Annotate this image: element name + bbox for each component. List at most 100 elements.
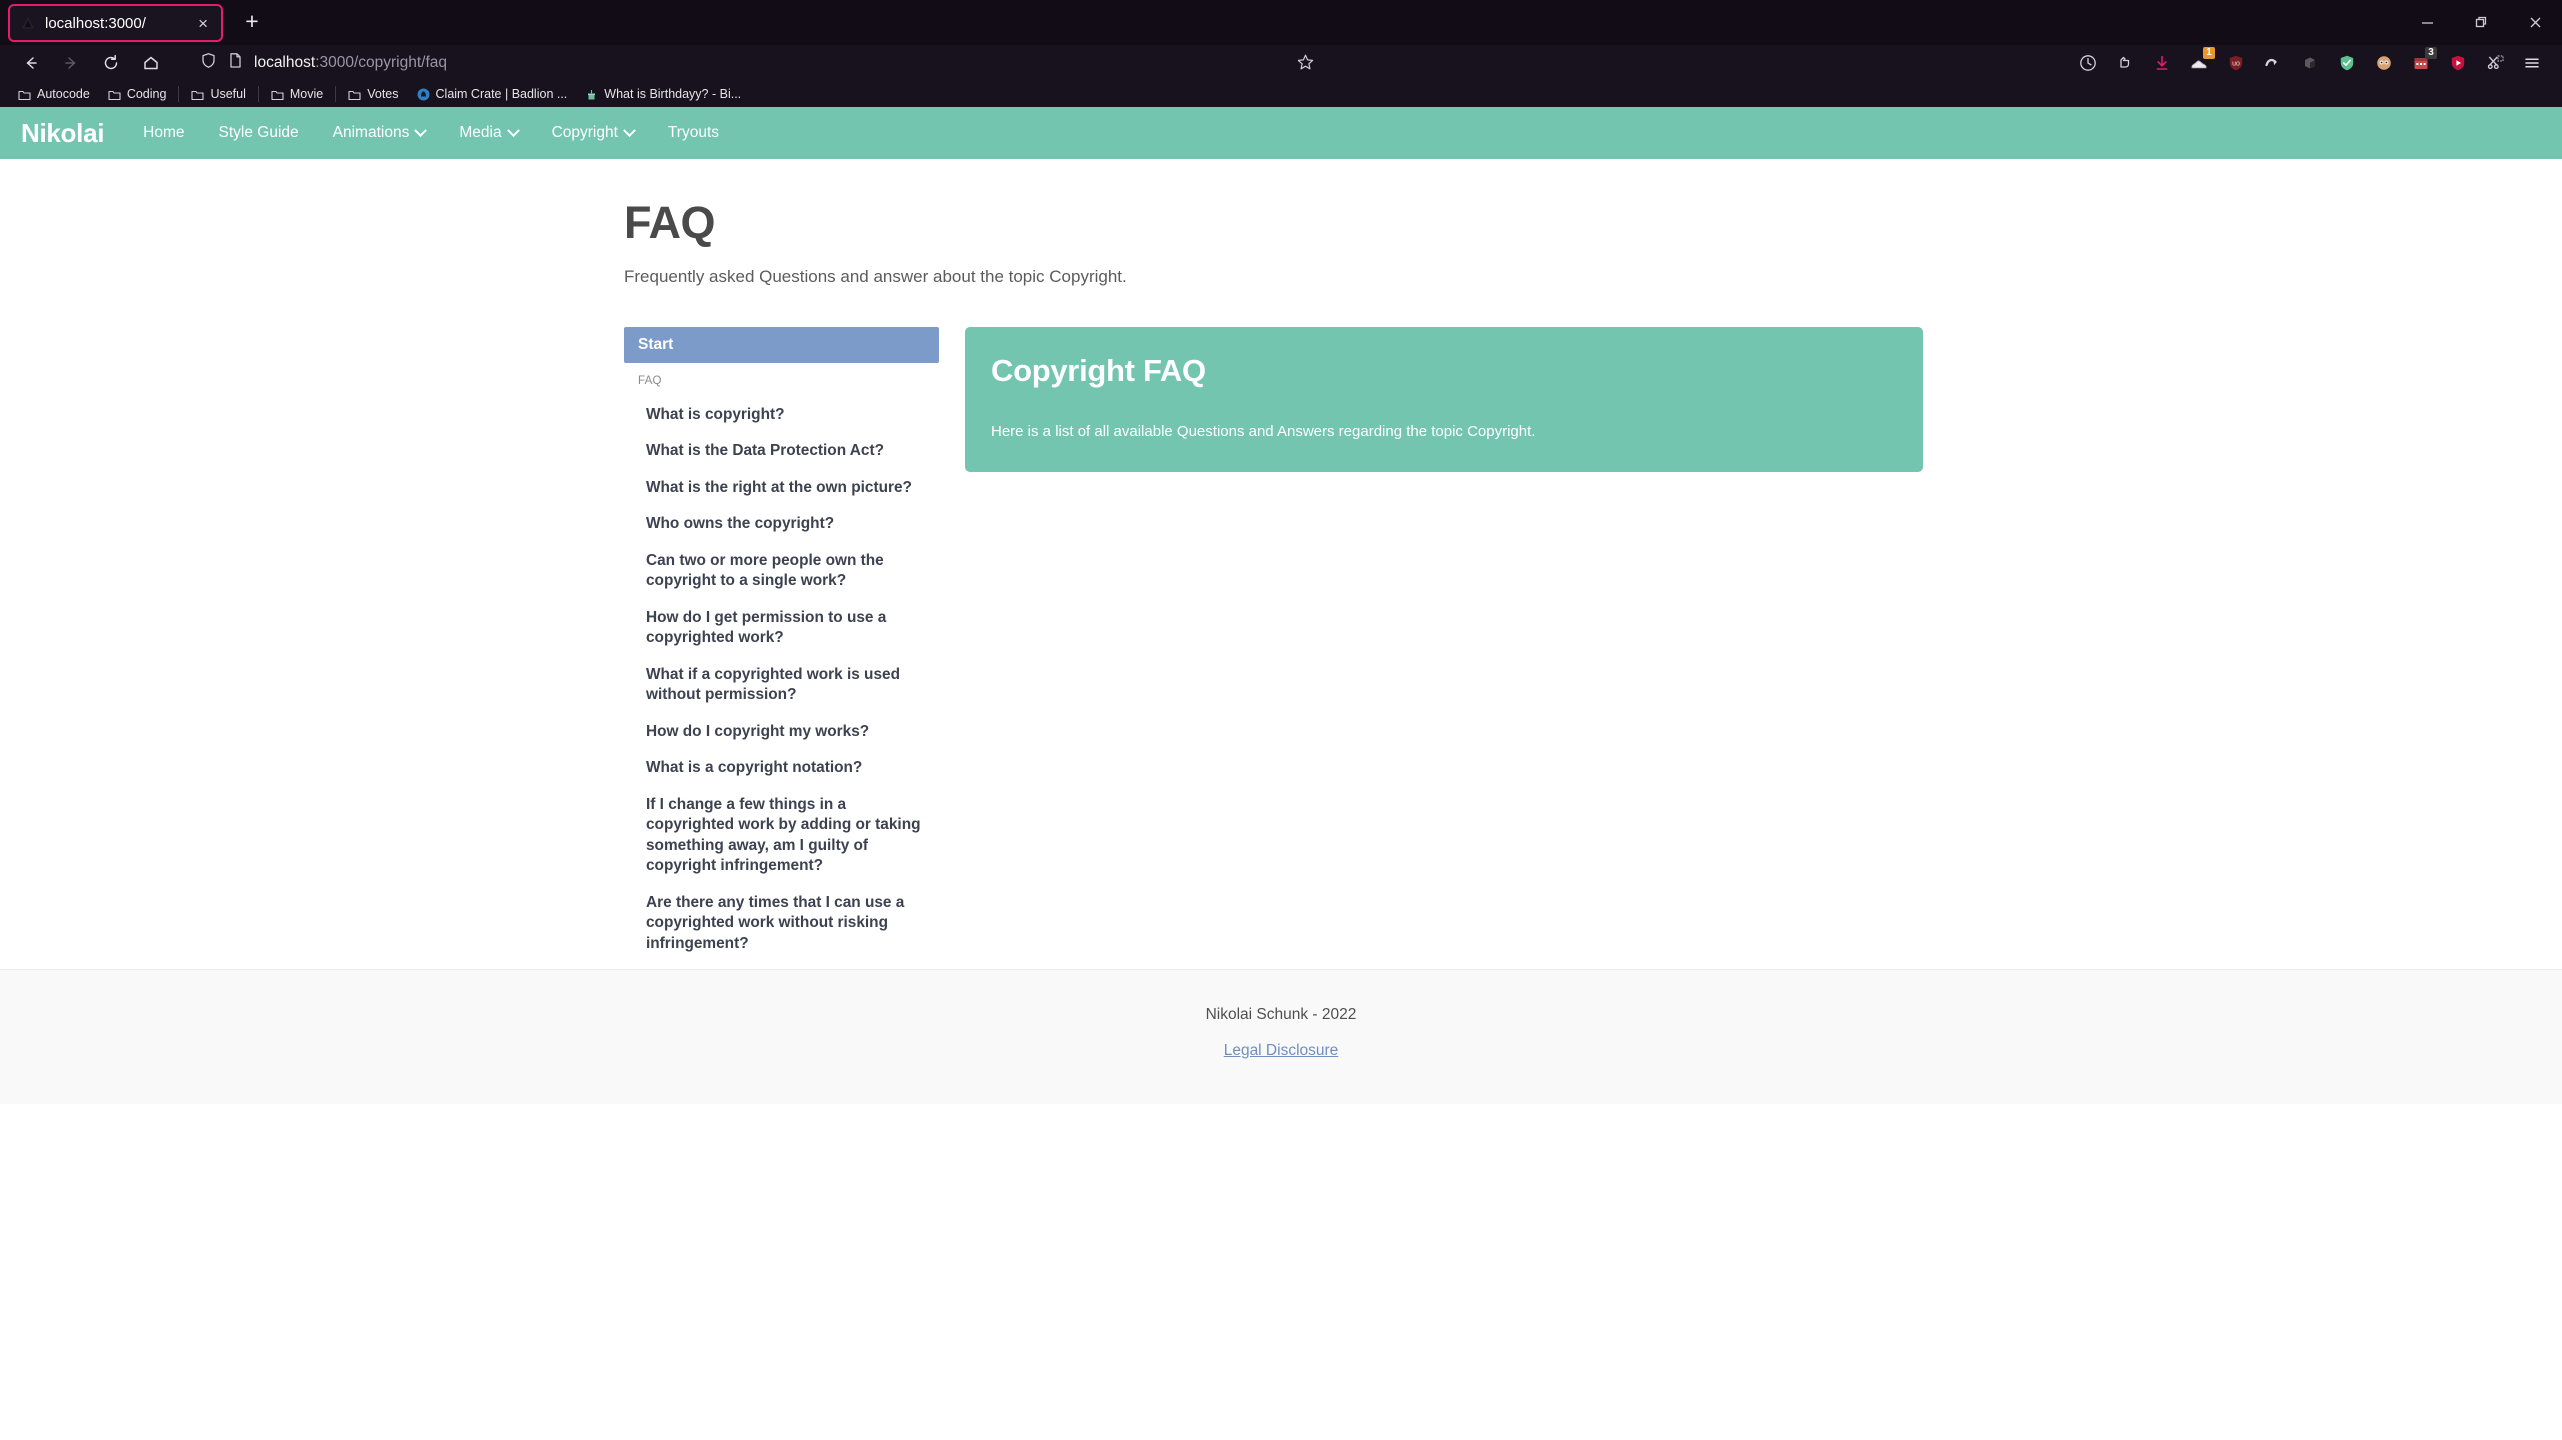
address-bar[interactable]: localhost:3000/copyright/faq xyxy=(186,49,2061,77)
browser-navigation-bar: localhost:3000/copyright/faq 1 uo 3 xyxy=(0,45,2562,80)
bookmark-item-claim-crate[interactable]: Claim Crate | Badlion ... xyxy=(408,83,577,105)
bookmark-label: Coding xyxy=(126,86,167,101)
main-content: Copyright FAQ Here is a list of all avai… xyxy=(965,327,1923,954)
restore-icon[interactable] xyxy=(2454,0,2508,45)
bookmark-item-votes[interactable]: Votes xyxy=(339,83,407,105)
new-tab-button[interactable]: + xyxy=(235,6,269,40)
list-item[interactable]: What if a copyrighted work is used witho… xyxy=(638,665,930,706)
nav-item-media[interactable]: Media xyxy=(442,107,534,159)
nav-item-label: Tryouts xyxy=(667,124,720,141)
bookmark-label: What is Birthdayy? - Bi... xyxy=(604,86,742,101)
page-header: FAQ Frequently asked Questions and answe… xyxy=(0,159,2562,287)
content-columns: Start FAQ What is copyright? What is the… xyxy=(0,287,2562,954)
copyright-faq-card: Copyright FAQ Here is a list of all avai… xyxy=(965,327,1923,472)
nav-item-home[interactable]: Home xyxy=(126,107,201,159)
nav-item-label: Media xyxy=(459,124,502,141)
page-icon xyxy=(227,52,244,74)
bookmark-item-movie[interactable]: Movie xyxy=(262,83,332,105)
reload-icon[interactable] xyxy=(92,48,130,78)
folder-icon xyxy=(348,88,361,100)
nav-item-label: Copyright xyxy=(551,124,618,141)
nav-item-label: Animations xyxy=(332,124,410,141)
bookmark-separator xyxy=(178,85,180,102)
nav-item-label: Home xyxy=(143,124,185,141)
screenshot-scissors-icon[interactable] xyxy=(2476,48,2513,78)
page-title: FAQ xyxy=(624,197,716,248)
bookmark-label: Votes xyxy=(367,86,399,101)
hamburger-menu-icon[interactable] xyxy=(2513,48,2550,78)
browser-toolbar-icons: 1 uo 3 xyxy=(2069,46,2550,78)
url-host: localhost xyxy=(254,53,316,71)
pocket-icon[interactable] xyxy=(2106,48,2143,78)
scroll-edge-strip xyxy=(0,107,3,1440)
list-item[interactable]: Who owns the copyright? xyxy=(638,514,930,534)
close-window-icon[interactable] xyxy=(2508,0,2562,45)
bookmark-label: Autocode xyxy=(37,86,90,101)
svg-text:uo: uo xyxy=(2232,60,2240,67)
downloads-icon[interactable] xyxy=(2143,48,2180,78)
folder-icon xyxy=(18,88,31,100)
url-display[interactable]: localhost:3000/copyright/faq xyxy=(254,54,447,72)
folder-icon xyxy=(271,88,284,100)
nav-item-label: Style Guide xyxy=(218,124,299,141)
birthdayy-icon xyxy=(585,88,598,100)
nav-item-animations[interactable]: Animations xyxy=(316,107,443,159)
minimize-icon[interactable] xyxy=(2400,0,2454,45)
forward-arrow-icon xyxy=(52,48,90,78)
bookmark-star-button[interactable] xyxy=(1296,53,1315,72)
avatar-extension-icon[interactable] xyxy=(2365,48,2402,78)
list-item[interactable]: What is the Data Protection Act? xyxy=(638,441,930,461)
firefox-favicon xyxy=(20,15,36,31)
bookmark-item-useful[interactable]: Useful xyxy=(182,83,254,105)
list-item[interactable]: Can two or more people own the copyright… xyxy=(638,551,930,592)
sidebar-question-list: What is copyright? What is the Data Prot… xyxy=(624,387,939,954)
ublock-origin-icon[interactable]: uo xyxy=(2217,48,2254,78)
nav-item-style-guide[interactable]: Style Guide xyxy=(202,107,316,159)
window-controls xyxy=(2400,0,2562,45)
bookmarks-bar: Autocode Coding Useful Movie Votes Claim… xyxy=(0,80,2562,107)
bookmark-item-coding[interactable]: Coding xyxy=(99,83,176,105)
redirect-icon[interactable] xyxy=(2254,48,2291,78)
list-item[interactable]: What is a copyright notation? xyxy=(638,758,930,778)
home-icon[interactable] xyxy=(132,48,170,78)
bookmark-separator xyxy=(257,85,259,102)
site-footer: Nikolai Schunk - 2022 Legal Disclosure xyxy=(0,969,2562,1104)
calendar-extension-icon[interactable]: 3 xyxy=(2402,46,2439,78)
bookmark-item-autocode[interactable]: Autocode xyxy=(9,83,99,105)
site-navbar: Nikolai Home Style Guide Animations Medi… xyxy=(0,107,2562,159)
page-viewport: Nikolai Home Style Guide Animations Medi… xyxy=(0,107,2562,1440)
dark-reader-icon[interactable] xyxy=(2291,48,2328,78)
list-item[interactable]: How do I copyright my works? xyxy=(638,722,930,742)
list-item[interactable]: How do I get permission to use a copyrig… xyxy=(638,608,930,649)
bookmark-label: Useful xyxy=(210,86,246,101)
shield-green-icon[interactable] xyxy=(2328,48,2365,78)
list-item[interactable]: Are there any times that I can use a cop… xyxy=(638,893,930,954)
faq-sidebar: Start FAQ What is copyright? What is the… xyxy=(624,327,939,954)
bookmark-item-birthdayy[interactable]: What is Birthdayy? - Bi... xyxy=(576,83,750,105)
folder-icon xyxy=(191,88,205,100)
nav-item-copyright[interactable]: Copyright xyxy=(535,107,651,159)
back-arrow-icon[interactable] xyxy=(12,48,50,78)
sidebar-start-button[interactable]: Start xyxy=(624,327,939,363)
sidebar-section-caption: FAQ xyxy=(638,375,662,387)
close-icon[interactable]: × xyxy=(195,13,211,34)
list-item[interactable]: What is copyright? xyxy=(638,405,930,425)
legal-disclosure-link[interactable]: Legal Disclosure xyxy=(1224,1042,1339,1060)
list-item[interactable]: What is the right at the own picture? xyxy=(638,478,930,498)
card-title: Copyright FAQ xyxy=(991,353,1206,388)
bookmark-label: Movie xyxy=(289,86,324,101)
tab-title: localhost:3000/ xyxy=(45,14,146,32)
nav-item-tryouts[interactable]: Tryouts xyxy=(651,107,736,159)
folder-icon xyxy=(108,88,121,100)
list-item[interactable]: If I change a few things in a copyrighte… xyxy=(638,795,930,877)
shield-icon[interactable] xyxy=(200,52,217,74)
calendar-badge: 3 xyxy=(2425,46,2437,59)
extension-sneaker-icon[interactable]: 1 xyxy=(2180,46,2217,78)
site-brand[interactable]: Nikolai xyxy=(16,118,126,149)
browser-tab-active[interactable]: localhost:3000/ × xyxy=(8,4,223,42)
tab-strip: localhost:3000/ × + xyxy=(0,0,2562,45)
browser-window: localhost:3000/ × + localhost:3000/copyr… xyxy=(0,0,2562,1440)
video-download-icon[interactable] xyxy=(2439,48,2476,78)
url-path: :3000/copyright/faq xyxy=(315,53,448,71)
history-icon[interactable] xyxy=(2069,48,2106,78)
